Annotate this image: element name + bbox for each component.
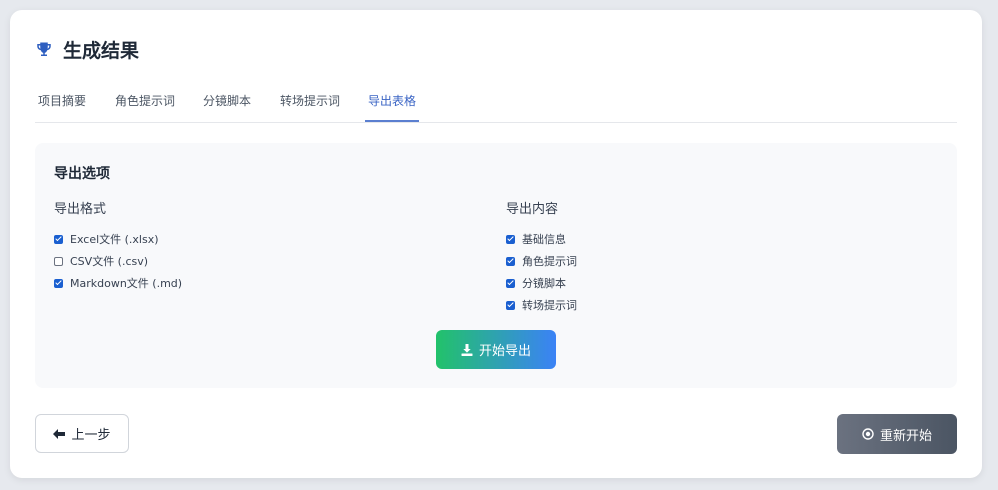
download-icon: [461, 343, 473, 356]
result-card: 生成结果 项目摘要 角色提示词 分镜脚本 转场提示词 导出表格 导出选项 导出格…: [10, 10, 982, 478]
checkbox-unchecked[interactable]: [54, 256, 63, 266]
export-content-title: 导出内容: [506, 202, 559, 217]
trophy-icon: [37, 42, 51, 56]
restart-icon: [862, 428, 874, 440]
tab-character-prompts[interactable]: 角色提示词: [115, 90, 175, 121]
header: 生成结果: [35, 36, 139, 63]
previous-step-label: 上一步: [71, 428, 111, 443]
option-label: Markdown文件 (.md): [70, 277, 183, 290]
checkbox-checked[interactable]: [506, 234, 515, 244]
start-export-button[interactable]: 开始导出: [436, 330, 556, 369]
format-option-csv[interactable]: CSV文件 (.csv): [54, 253, 148, 269]
export-options-panel: 导出选项 导出格式 Excel文件 (.xlsx) CSV文件 (.csv) M…: [35, 143, 957, 388]
option-label: CSV文件 (.csv): [70, 255, 149, 268]
format-option-md[interactable]: Markdown文件 (.md): [54, 275, 182, 291]
content-option-storyboard[interactable]: 分镜脚本: [506, 275, 566, 291]
content-option-character-prompts[interactable]: 角色提示词: [506, 253, 577, 269]
export-format-title: 导出格式: [54, 202, 107, 217]
previous-step-button[interactable]: 上一步: [35, 414, 129, 453]
checkbox-checked[interactable]: [506, 278, 515, 288]
option-label: 转场提示词: [522, 299, 577, 312]
option-label: 分镜脚本: [522, 277, 566, 290]
option-label: 角色提示词: [522, 255, 577, 268]
start-export-label: 开始导出: [478, 344, 531, 359]
content-option-basic-info[interactable]: 基础信息: [506, 231, 566, 247]
checkbox-checked[interactable]: [506, 256, 515, 266]
tab-project-summary[interactable]: 项目摘要: [38, 90, 86, 121]
arrow-left-icon: [53, 428, 66, 439]
page-title: 生成结果: [63, 40, 140, 62]
panel-title: 导出选项: [54, 166, 110, 182]
option-label: Excel文件 (.xlsx): [70, 233, 159, 246]
option-label: 基础信息: [522, 233, 566, 246]
checkbox-checked[interactable]: [54, 234, 63, 244]
format-option-xlsx[interactable]: Excel文件 (.xlsx): [54, 231, 159, 247]
restart-button[interactable]: 重新开始: [837, 414, 957, 454]
tab-bar: 项目摘要 角色提示词 分镜脚本 转场提示词 导出表格: [35, 90, 957, 123]
tab-storyboard-script[interactable]: 分镜脚本: [203, 90, 251, 121]
restart-label: 重新开始: [879, 428, 932, 444]
tab-export-table[interactable]: 导出表格: [365, 90, 420, 122]
checkbox-checked[interactable]: [54, 278, 63, 288]
tab-transition-prompts[interactable]: 转场提示词: [280, 90, 340, 121]
content-option-transition-prompts[interactable]: 转场提示词: [506, 297, 577, 313]
checkbox-checked[interactable]: [506, 300, 515, 310]
